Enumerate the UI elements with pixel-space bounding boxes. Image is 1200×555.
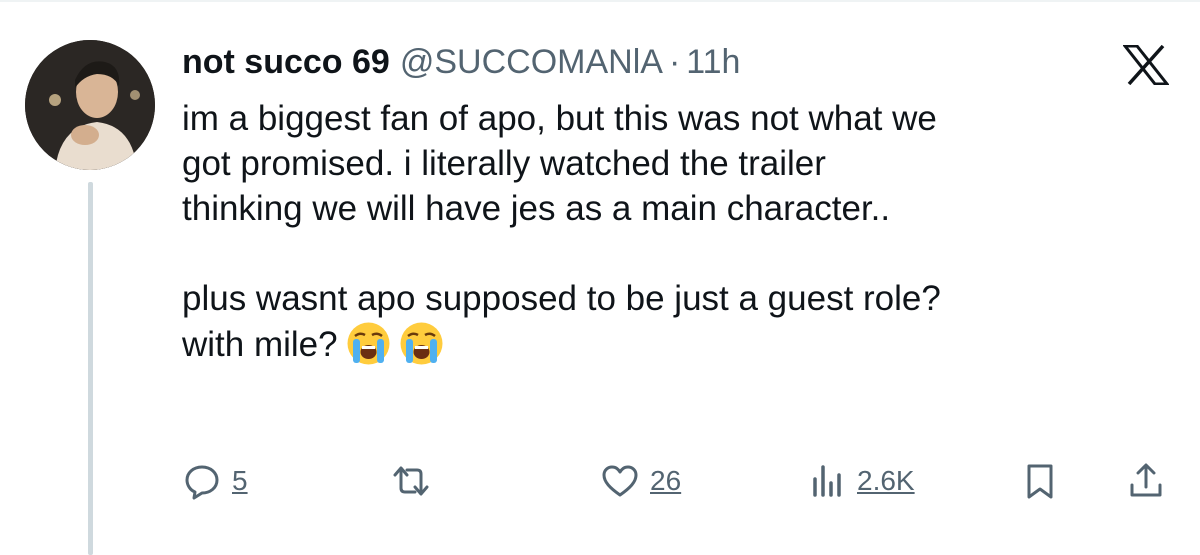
views-icon: [807, 461, 847, 501]
top-divider: [0, 0, 1200, 2]
like-button[interactable]: 26: [600, 456, 681, 506]
like-icon: [600, 461, 640, 501]
tweet-body: im a biggest fan of apo, but this was no…: [182, 96, 1172, 367]
timestamp[interactable]: 11h: [686, 40, 740, 84]
thread-line: [88, 182, 93, 555]
reply-icon: [182, 461, 222, 501]
share-icon: [1126, 461, 1166, 501]
avatar[interactable]: [25, 40, 155, 170]
share-button[interactable]: [1126, 456, 1166, 506]
views-count: 2.6K: [857, 465, 915, 496]
views-button[interactable]: 2.6K: [807, 456, 915, 506]
bookmark-button[interactable]: [1020, 456, 1060, 506]
retweet-icon: [387, 461, 435, 501]
user-handle[interactable]: @SUCCOMANlA: [400, 40, 663, 84]
loudly-crying-face-icon: [399, 321, 444, 366]
x-logo-icon: [1121, 44, 1171, 86]
display-name[interactable]: not succo 69: [182, 40, 390, 84]
retweet-button[interactable]: [387, 456, 435, 506]
reply-button[interactable]: 5: [182, 456, 248, 506]
loudly-crying-face-icon: [346, 321, 391, 366]
separator-dot: ·: [668, 43, 681, 81]
tweet-header: not succo 69 @SUCCOMANlA · 11h: [182, 40, 740, 84]
bookmark-icon: [1020, 461, 1060, 501]
like-count: 26: [650, 465, 682, 496]
action-bar: 5 26 2.6K: [182, 456, 1172, 506]
reply-count: 5: [232, 465, 248, 496]
tweet-text: im a biggest fan of apo, but this was no…: [182, 99, 941, 364]
